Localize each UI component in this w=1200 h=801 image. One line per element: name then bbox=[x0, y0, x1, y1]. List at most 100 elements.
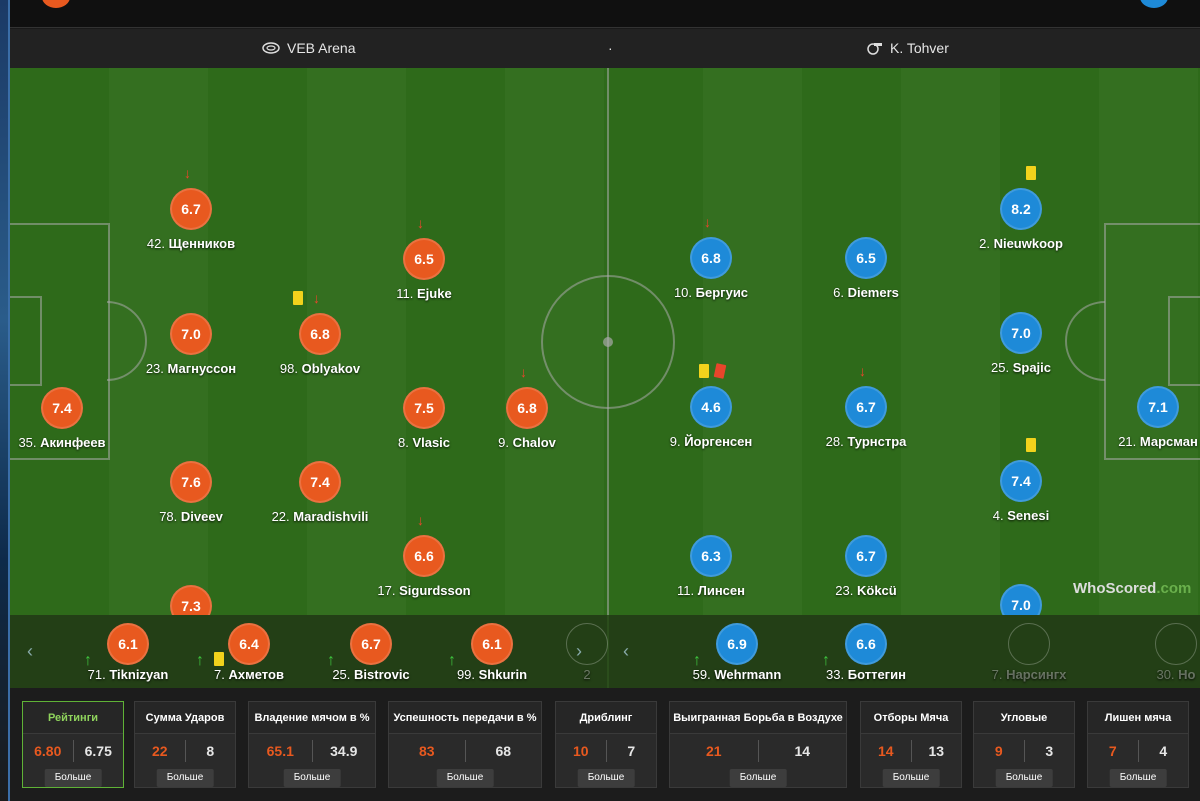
player-number: 28. bbox=[825, 434, 844, 449]
rating-badge[interactable]: 6.9 bbox=[716, 623, 758, 665]
player-label[interactable]: 35. Акинфеев bbox=[10, 435, 172, 450]
player-name: Maradishvili bbox=[293, 509, 369, 524]
stat-card[interactable]: Рейтинги 6.80 6.75 Больше bbox=[22, 701, 124, 788]
match-stats-bar: Рейтинги 6.80 6.75 Больше Сумма Ударов 22 8 Бол… bbox=[10, 688, 1200, 801]
player-number: 23. bbox=[145, 361, 164, 376]
away-team-badge[interactable] bbox=[1140, 0, 1168, 8]
away-stat-value: 3 bbox=[1045, 743, 1054, 759]
player-label[interactable]: 11. Ejuke bbox=[314, 286, 534, 301]
stat-card[interactable]: Владение мячом в % 65.1 34.9 Больше bbox=[248, 701, 376, 788]
home-subs-prev-button[interactable]: ‹ bbox=[27, 641, 33, 662]
rating-badge[interactable]: 7.4 bbox=[1000, 460, 1042, 502]
rating-badge[interactable]: 7.4 bbox=[299, 461, 341, 503]
logo-suffix: .com bbox=[1156, 580, 1192, 597]
rating-badge[interactable]: 6.1 bbox=[107, 623, 149, 665]
rating-badge[interactable]: 7.5 bbox=[403, 387, 445, 429]
player-name: Линсен bbox=[697, 583, 745, 598]
rating-badge[interactable]: 7.6 bbox=[170, 461, 212, 503]
more-button[interactable]: Больше bbox=[729, 769, 787, 787]
home-stat-value: 10 bbox=[556, 740, 607, 762]
stat-title: Отборы Мяча bbox=[861, 702, 961, 734]
stat-card[interactable]: Успешность передачи в % 83 68 Больше bbox=[388, 701, 542, 788]
rating-badge[interactable]: 6.5 bbox=[403, 238, 445, 280]
player-label[interactable]: 4. Senesi bbox=[911, 508, 1131, 523]
subbed-off-icon: ↓ bbox=[704, 214, 711, 230]
stat-title: Лишен мяча bbox=[1088, 702, 1188, 734]
player-number: 25. bbox=[991, 360, 1010, 375]
subbed-off-icon: ↓ bbox=[313, 290, 320, 306]
home-stat-value: 65.1 bbox=[249, 740, 313, 762]
player-label[interactable]: 22. Maradishvili bbox=[210, 509, 430, 524]
stat-card[interactable]: Угловые 9 3 Больше bbox=[973, 701, 1075, 788]
rating-badge[interactable]: 6.7 bbox=[170, 188, 212, 230]
more-button[interactable]: Больше bbox=[436, 769, 494, 787]
rating-badge[interactable]: 7.0 bbox=[170, 313, 212, 355]
player-label[interactable]: 42. Щенников bbox=[81, 236, 301, 251]
player-name: Бергуис bbox=[695, 285, 749, 300]
rating-badge[interactable]: 6.6 bbox=[845, 623, 887, 665]
away-subs-prev-button[interactable]: ‹ bbox=[623, 641, 629, 662]
rating-badge[interactable]: 7.1 bbox=[1137, 386, 1179, 428]
player-name: Турнстра bbox=[847, 434, 907, 449]
player-label[interactable]: 6. Diemers bbox=[756, 285, 976, 300]
stat-title: Угловые bbox=[974, 702, 1074, 734]
stat-values: 93 bbox=[974, 740, 1074, 762]
whoscored-logo: WhoScored.com bbox=[1073, 580, 1191, 597]
rating-badge[interactable]: 6.3 bbox=[690, 535, 732, 577]
player-label[interactable]: 2. Nieuwkoop bbox=[911, 236, 1131, 251]
rating-badge[interactable]: 6.8 bbox=[299, 313, 341, 355]
more-button[interactable]: Больше bbox=[156, 769, 214, 787]
rating-badge[interactable]: 6.7 bbox=[350, 623, 392, 665]
rating-badge[interactable]: 6.6 bbox=[403, 535, 445, 577]
player-name: Йоргенсен bbox=[684, 434, 753, 449]
rating-badge[interactable]: 6.7 bbox=[845, 535, 887, 577]
player-label[interactable]: 28. Турнстра bbox=[756, 434, 976, 449]
player-label[interactable]: 30. Ho bbox=[1066, 667, 1200, 682]
more-button[interactable]: Больше bbox=[1109, 769, 1167, 787]
away-stat-value: 8 bbox=[206, 743, 215, 759]
rating-badge[interactable]: 6.4 bbox=[228, 623, 270, 665]
player-label[interactable]: 25. Spajic bbox=[911, 360, 1131, 375]
player-name: Боттегин bbox=[847, 667, 906, 682]
stat-title: Дриблинг bbox=[556, 702, 656, 734]
player-label[interactable]: 23. Kökcü bbox=[756, 583, 976, 598]
home-stat-value: 14 bbox=[861, 740, 912, 762]
rating-badge[interactable]: 8.2 bbox=[1000, 188, 1042, 230]
stat-card[interactable]: Сумма Ударов 22 8 Больше bbox=[134, 701, 236, 788]
rating-badge[interactable]: 6.8 bbox=[690, 237, 732, 279]
rating-badge[interactable]: 6.5 bbox=[845, 237, 887, 279]
stat-card[interactable]: Лишен мяча 7 4 Больше bbox=[1087, 701, 1189, 788]
home-stat-value: 21 bbox=[670, 740, 759, 762]
player-label[interactable]: 17. Sigurdsson bbox=[314, 583, 534, 598]
left-goal-area bbox=[10, 296, 42, 386]
stat-card[interactable]: Отборы Мяча 14 13 Больше bbox=[860, 701, 962, 788]
more-button[interactable]: Больше bbox=[44, 769, 102, 787]
player-name: Spajic bbox=[1012, 360, 1051, 375]
player-number: 9. bbox=[669, 434, 681, 449]
stadium-icon bbox=[262, 42, 280, 54]
more-button[interactable]: Больше bbox=[995, 769, 1053, 787]
subbed-off-icon: ↓ bbox=[417, 215, 424, 231]
more-button[interactable]: Больше bbox=[882, 769, 940, 787]
rating-badge[interactable]: 6.7 bbox=[845, 386, 887, 428]
player-number: 42. bbox=[146, 236, 165, 251]
stat-card[interactable]: Выигранная Борьба в Воздухе 21 14 Больше bbox=[669, 701, 847, 788]
more-button[interactable]: Больше bbox=[283, 769, 341, 787]
rating-badge[interactable]: 6.8 bbox=[506, 387, 548, 429]
rating-badge[interactable]: 4.6 bbox=[690, 386, 732, 428]
rating-badge[interactable]: 7.4 bbox=[41, 387, 83, 429]
rating-badge[interactable]: 7.3 bbox=[170, 585, 212, 615]
player-label[interactable]: 21. Марсман bbox=[1048, 434, 1200, 449]
home-team-badge[interactable] bbox=[42, 0, 70, 8]
rating-badge[interactable]: 6.1 bbox=[471, 623, 513, 665]
venue: VEB Arena bbox=[262, 40, 356, 56]
player-label[interactable]: 98. Oblyakov bbox=[210, 361, 430, 376]
rating-badge[interactable]: 7.0 bbox=[1000, 312, 1042, 354]
subbed-off-icon: ↓ bbox=[859, 363, 866, 379]
rating-badge[interactable]: 7.0 bbox=[1000, 584, 1042, 615]
more-button[interactable]: Больше bbox=[577, 769, 635, 787]
subbed-on-icon: ↑ bbox=[84, 652, 92, 669]
stat-card[interactable]: Дриблинг 10 7 Больше bbox=[555, 701, 657, 788]
player-name: Ho bbox=[1178, 667, 1196, 682]
stat-title: Выигранная Борьба в Воздухе bbox=[670, 702, 846, 734]
